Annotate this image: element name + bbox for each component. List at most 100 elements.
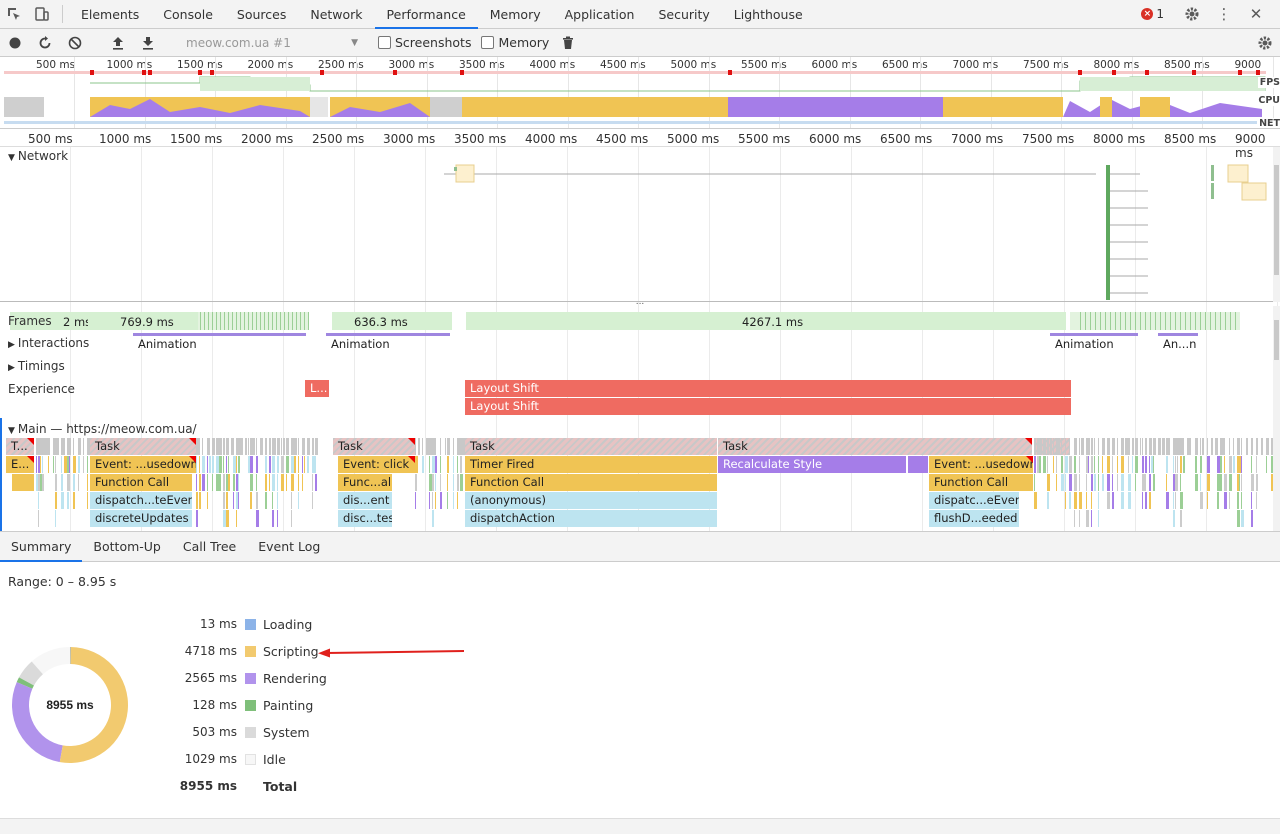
event-bar[interactable]: Event: ...usedown [929,456,1033,473]
frame-block [284,312,285,330]
layout-shift-event[interactable]: Layout Shift [465,398,1071,415]
legend-value: 1029 ms [184,752,237,766]
frame-block [224,312,225,330]
task-bar[interactable]: Task [333,438,415,455]
frame-block [296,312,297,330]
call-bar[interactable]: Function Call [929,474,1033,491]
frame-block [288,312,289,330]
task-bar[interactable]: Task [90,438,196,455]
call-bar[interactable]: dis...ent [338,492,392,509]
clear-button[interactable] [60,29,90,57]
frame-duration[interactable]: 4267.1 ms [466,314,1066,331]
interaction-animation[interactable]: Animation [1050,336,1138,352]
timings-track-label[interactable]: ▶ Timings [8,359,65,373]
call-bar[interactable] [12,474,34,491]
collect-garbage-button[interactable] [553,29,583,57]
tab-memory[interactable]: Memory [478,0,553,28]
call-bar[interactable]: Func...all [338,474,392,491]
error-counter[interactable]: × 1 [1141,7,1164,21]
interactions-track-label[interactable]: ▶ Interactions [8,336,89,350]
tab-console[interactable]: Console [151,0,225,28]
tab-application[interactable]: Application [553,0,647,28]
tab-lighthouse[interactable]: Lighthouse [722,0,815,28]
call-bar[interactable]: dispatc...eEvent [929,492,1019,509]
cpu-scripting [1100,97,1112,117]
more-options-icon[interactable]: ⋮ [1210,5,1238,23]
frame-block [1205,312,1206,330]
tab-call-tree[interactable]: Call Tree [172,532,247,561]
tab-elements[interactable]: Elements [69,0,151,28]
cpu-scripting [462,97,728,117]
event-bar[interactable] [908,456,928,473]
timeline-overview[interactable]: 500 ms 1000 ms 1500 ms 2000 ms 2500 ms 3000 m… [0,57,1280,129]
capture-settings-gear-icon[interactable] [1250,29,1280,57]
fps-red-mark [198,70,202,75]
tab-bottom-up[interactable]: Bottom-Up [82,532,171,561]
ruler-tick-label: 1000 ms [99,132,152,146]
interaction-animation[interactable]: An...n [1158,336,1198,352]
event-bar[interactable]: E... [6,456,34,473]
devtools-tabbar: Elements Console Sources Network Perform… [0,0,1280,29]
load-profile-button[interactable] [103,29,133,57]
experience-track-label[interactable]: Experience [8,382,75,396]
call-bar[interactable]: Function Call [465,474,717,491]
reload-record-button[interactable] [30,29,60,57]
frame-block [1140,312,1141,330]
call-bar[interactable]: dispatchAction [465,510,717,527]
event-bar[interactable]: Event: click [338,456,415,473]
screenshots-checkbox-box[interactable] [378,36,391,49]
task-bar[interactable]: Task [465,438,717,455]
call-bar[interactable]: discreteUpdates [90,510,192,527]
tab-summary[interactable]: Summary [0,532,83,562]
call-bar[interactable]: dispatch...teEvent [90,492,192,509]
layout-shift-event[interactable]: Layout Shift [465,380,1071,397]
task-bar[interactable] [1034,438,1070,455]
memory-checkbox-box[interactable] [481,36,495,49]
frame-duration[interactable]: 2 ms [58,314,88,331]
device-toolbar-icon[interactable] [28,0,56,28]
close-icon[interactable]: ✕ [1242,5,1270,23]
call-bar[interactable]: flushD...eeded [929,510,1019,527]
fps-red-mark [1145,70,1149,75]
call-bar[interactable]: Function Call [90,474,192,491]
frame-duration[interactable]: 769.9 ms [90,314,198,331]
interaction-animation[interactable]: Animation [133,336,233,352]
legend-name: Loading [263,616,313,632]
call-bar[interactable]: (anonymous) [465,492,717,509]
frame-block [1125,312,1126,330]
frame-block [240,312,241,330]
tab-security[interactable]: Security [646,0,721,28]
frame-block [208,312,209,330]
event-bar[interactable]: Timer Fired [465,456,717,473]
fps-red-mark [142,70,146,75]
record-button[interactable] [0,29,30,57]
legend-value: 503 ms [192,725,237,739]
inspect-element-icon[interactable] [0,0,28,28]
layout-shift-event[interactable]: L... [305,380,329,397]
frame-duration[interactable]: 636.3 ms [332,314,452,331]
save-profile-button[interactable] [133,29,163,57]
event-bar[interactable]: Recalculate Style [718,456,906,473]
task-bar[interactable]: Task [718,438,1032,455]
memory-checkbox[interactable]: Memory [481,35,549,50]
call-bar[interactable]: disc...tes [338,510,392,527]
profile-select[interactable]: meow.com.ua #1 ▼ [182,33,362,53]
task-bar[interactable]: T... [6,438,34,455]
tab-sources[interactable]: Sources [225,0,298,28]
ruler-tick-label: 7500 ms [1022,132,1075,146]
main-thread-track-label[interactable]: ▼ Main — https://meow.com.ua/ [8,422,197,436]
frames-track-label[interactable]: Frames [8,314,52,328]
settings-gear-icon[interactable] [1178,6,1206,22]
event-bar[interactable]: Event: ...usedown [90,456,196,473]
network-track[interactable]: ▼ Network [0,147,1280,302]
legend-row-total: 8955 ms Total [160,776,297,796]
legend-value: 128 ms [192,698,237,712]
interaction-animation[interactable]: Animation [326,336,426,352]
flame-chart[interactable]: Frames 2 ms 769.9 ms 636.3 ms 4267.1 ms … [0,306,1280,532]
legend-name: System [263,724,310,740]
tab-network[interactable]: Network [298,0,374,28]
error-icon: × [1141,8,1154,20]
tab-event-log[interactable]: Event Log [247,532,331,561]
tab-performance[interactable]: Performance [374,0,478,29]
screenshots-checkbox[interactable]: Screenshots [378,35,471,50]
